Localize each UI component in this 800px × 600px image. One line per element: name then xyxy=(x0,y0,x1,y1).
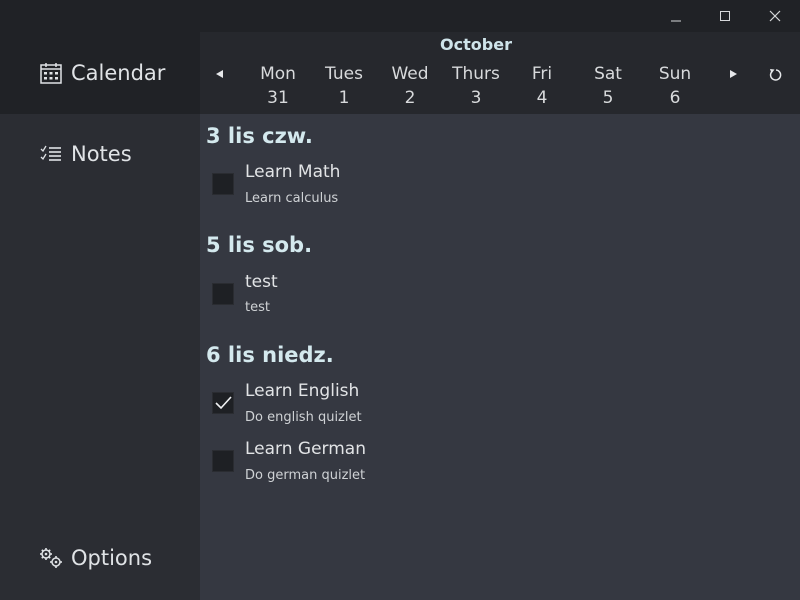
day-name: Thurs xyxy=(452,64,500,84)
day-name: Sat xyxy=(594,64,622,84)
sidebar-item-options[interactable]: Options xyxy=(0,538,200,578)
sidebar-item-label: Calendar xyxy=(71,61,166,85)
day-number: 1 xyxy=(338,88,350,108)
day-fri[interactable]: Fri 4 xyxy=(509,62,575,110)
minimize-icon xyxy=(671,20,681,22)
task-checkbox[interactable] xyxy=(212,283,234,305)
title-bar xyxy=(0,0,800,32)
next-week-button[interactable] xyxy=(721,62,745,86)
date-group-title: 5 lis sob. xyxy=(206,233,313,257)
previous-week-button[interactable] xyxy=(208,62,232,86)
task-checkbox[interactable] xyxy=(212,450,234,472)
date-group-title: 3 lis czw. xyxy=(206,124,313,148)
task-item[interactable]: Learn Math Learn calculus xyxy=(200,162,800,212)
day-mon[interactable]: Mon 31 xyxy=(245,62,311,110)
day-name: Fri xyxy=(531,64,553,84)
close-button[interactable] xyxy=(750,0,800,32)
task-title: test xyxy=(245,272,278,292)
day-number: 3 xyxy=(470,88,482,108)
day-number: 4 xyxy=(536,88,548,108)
task-description: Learn calculus xyxy=(245,191,339,206)
refresh-button[interactable] xyxy=(764,63,788,87)
sidebar-item-calendar[interactable]: Calendar xyxy=(0,32,200,114)
triangle-left-icon xyxy=(216,70,223,78)
sidebar-item-label: Options xyxy=(71,546,153,570)
maximize-icon xyxy=(720,11,730,21)
day-number: 6 xyxy=(669,88,681,108)
task-item[interactable]: test test xyxy=(200,272,800,322)
task-title: Learn Math xyxy=(245,162,341,182)
task-description: Do german quizlet xyxy=(245,468,366,483)
day-name: Wed xyxy=(391,64,429,84)
task-item[interactable]: Learn English Do english quizlet xyxy=(200,381,800,431)
task-title: Learn English xyxy=(245,381,360,401)
task-description: Do english quizlet xyxy=(245,410,362,425)
close-icon xyxy=(769,10,781,22)
day-sat[interactable]: Sat 5 xyxy=(575,62,641,110)
sidebar-item-notes[interactable]: Notes xyxy=(0,134,200,174)
month-title: October xyxy=(440,35,512,54)
calendar-icon xyxy=(39,61,63,85)
maximize-button[interactable] xyxy=(700,0,750,32)
day-tues[interactable]: Tues 1 xyxy=(311,62,377,110)
day-number: 2 xyxy=(404,88,416,108)
day-name: Sun xyxy=(658,64,692,84)
gears-icon xyxy=(39,546,63,570)
task-checkbox[interactable] xyxy=(212,173,234,195)
checkmark-icon xyxy=(215,396,232,410)
checklist-icon xyxy=(39,142,63,166)
refresh-icon xyxy=(769,69,782,81)
day-thurs[interactable]: Thurs 3 xyxy=(443,62,509,110)
task-item[interactable]: Learn German Do german quizlet xyxy=(200,439,800,489)
task-checkbox-checked[interactable] xyxy=(212,392,234,414)
day-wed[interactable]: Wed 2 xyxy=(377,62,443,110)
minimize-button[interactable] xyxy=(651,0,701,32)
day-name: Tues xyxy=(325,64,363,84)
triangle-right-icon xyxy=(730,70,737,78)
date-group-title: 6 lis niedz. xyxy=(206,343,334,367)
day-number: 5 xyxy=(602,88,614,108)
sidebar-item-label: Notes xyxy=(71,142,132,166)
day-sun[interactable]: Sun 6 xyxy=(642,62,708,110)
task-description: test xyxy=(245,300,270,315)
task-title: Learn German xyxy=(245,439,366,459)
day-name: Mon xyxy=(260,64,296,84)
week-header: October Mon 31 Tues 1 Wed 2 Thurs 3 Fri … xyxy=(200,32,800,114)
sidebar: Calendar Notes Options xyxy=(0,32,200,600)
day-number: 31 xyxy=(267,88,289,108)
